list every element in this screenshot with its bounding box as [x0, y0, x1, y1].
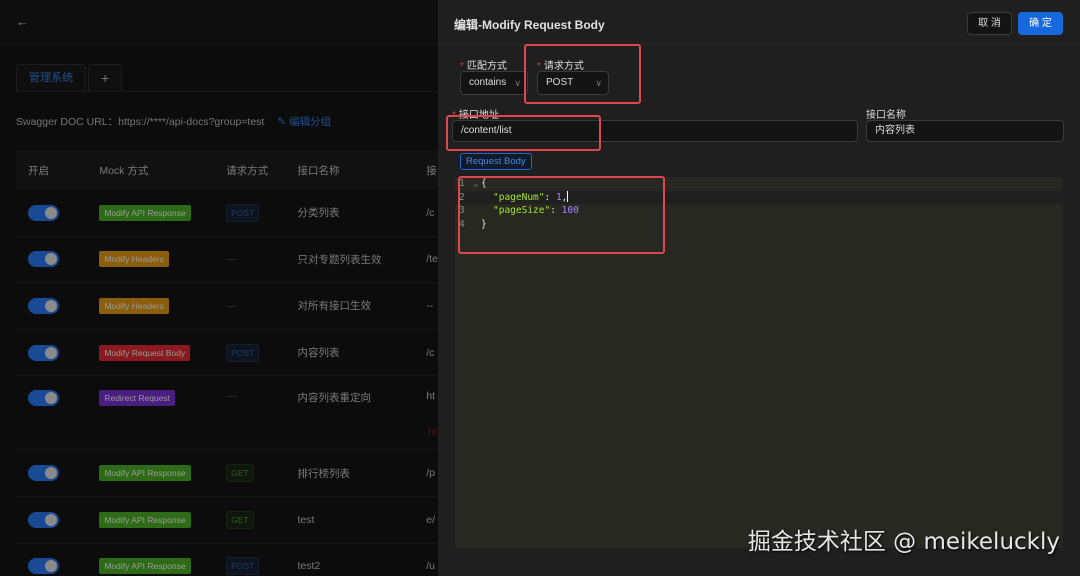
highlight-box [524, 44, 641, 104]
rule-name: 内容列表重定向 [297, 390, 426, 405]
enable-toggle[interactable] [28, 251, 59, 267]
rule-name: test2 [297, 560, 426, 572]
chevron-down-icon: ∨ [514, 72, 521, 94]
rule-name: test [297, 514, 426, 526]
rule-path: e/ [426, 514, 438, 526]
table-row: Modify API Response POST 分类列表 /c [16, 190, 438, 237]
method-badge: GET [226, 464, 253, 482]
mock-type-tag: Modify Headers [99, 298, 169, 314]
method-badge: POST [226, 344, 259, 362]
rule-path: /p [426, 467, 438, 479]
rule-path: /c [426, 207, 438, 219]
header-enabled: 开启 [16, 163, 99, 178]
tab-bar: 管理系统 + [16, 64, 122, 92]
watermark: 掘金技术社区 @ meikeluckly [748, 522, 1060, 556]
table-row: Modify Request Body POST 内容列表 /c [16, 330, 438, 377]
swagger-label: Swagger DOC URL： [16, 116, 118, 128]
rule-name: 分类列表 [297, 205, 426, 220]
rule-name: 排行榜列表 [297, 466, 426, 481]
enable-toggle[interactable] [28, 205, 59, 221]
match-select[interactable]: contains ∨ [460, 71, 528, 95]
enable-toggle[interactable] [28, 390, 59, 406]
table-row: Modify Headers — 只对专题列表生效 /te [16, 237, 438, 284]
mock-type-tag: Redirect Request [99, 390, 175, 406]
match-label: *匹配方式 [460, 57, 507, 72]
top-bar: ← [0, 0, 438, 45]
method-empty: — [226, 300, 237, 312]
rule-path: /te [426, 253, 438, 265]
method-badge: GET [226, 511, 253, 529]
mock-type-tag: Modify API Response [99, 558, 190, 574]
table-row: Redirect Request — 内容列表重定向 ht ht [16, 376, 438, 450]
tab-management-system[interactable]: 管理系统 [16, 64, 86, 92]
mock-type-tag: Modify API Response [99, 465, 190, 481]
enable-toggle[interactable] [28, 298, 59, 314]
rule-path: -- [426, 300, 438, 312]
add-tab-button[interactable]: + [88, 64, 122, 92]
highlight-box [458, 176, 665, 254]
divider [16, 91, 438, 92]
header-name: 接口名称 [297, 163, 426, 178]
rule-name: 只对专题列表生效 [297, 252, 426, 267]
enable-toggle[interactable] [28, 345, 59, 361]
header-method: 请求方式 [226, 163, 297, 178]
method-empty: — [226, 253, 237, 265]
pencil-icon: ✎ [277, 116, 289, 128]
background-page: ← 管理系统 + Swagger DOC URL：https://****/ap… [0, 0, 438, 576]
swagger-url-value: https://****/api-docs?group=test [118, 116, 264, 128]
method-badge: POST [226, 557, 259, 575]
enable-toggle[interactable] [28, 465, 59, 481]
confirm-button[interactable]: 确 定 [1018, 12, 1063, 35]
arrow-left-icon[interactable]: ← [16, 14, 29, 29]
mock-type-tag: Modify API Response [99, 512, 190, 528]
header-mock: Mock 方式 [99, 163, 226, 178]
rule-name: 内容列表 [297, 345, 426, 360]
name-input[interactable]: 内容列表 [866, 120, 1064, 142]
table-row: Modify Headers — 对所有接口生效 -- [16, 283, 438, 330]
drawer-header: 编辑-Modify Request Body 取 消 确 定 [438, 0, 1080, 45]
table-row: Modify API Response GET test e/ [16, 497, 438, 544]
enable-toggle[interactable] [28, 512, 59, 528]
cancel-button[interactable]: 取 消 [967, 12, 1012, 35]
edit-group-link[interactable]: ✎ 编辑分组 [277, 116, 331, 128]
table-header: 开启 Mock 方式 请求方式 接口名称 接 [16, 150, 438, 190]
swagger-url: Swagger DOC URL：https://****/api-docs?gr… [16, 114, 331, 129]
match-value: contains [469, 77, 506, 88]
drawer-title: 编辑-Modify Request Body [454, 16, 605, 33]
table-row: Modify API Response POST test2 /u [16, 544, 438, 576]
name-label: 接口名称 [866, 106, 906, 121]
mock-type-tag: Modify API Response [99, 205, 190, 221]
rules-table: 开启 Mock 方式 请求方式 接口名称 接 Modify API Respon… [16, 150, 438, 576]
edit-drawer: 编辑-Modify Request Body 取 消 确 定 *匹配方式 con… [438, 0, 1080, 576]
redirect-target: ht [428, 426, 437, 438]
method-empty: — [226, 390, 237, 402]
rule-path: ht [426, 390, 438, 402]
request-body-tag: Request Body [460, 153, 532, 170]
edit-group-label: 编辑分组 [289, 116, 331, 128]
table-row: Modify API Response GET 排行榜列表 /p [16, 450, 438, 497]
mock-type-tag: Modify Request Body [99, 345, 190, 361]
rule-name: 对所有接口生效 [297, 298, 426, 313]
rule-path: /u [426, 560, 438, 572]
highlight-box [446, 115, 601, 151]
header-path: 接 [426, 163, 438, 178]
mock-type-tag: Modify Headers [99, 251, 169, 267]
method-badge: POST [226, 204, 259, 222]
rule-path: /c [426, 347, 438, 359]
enable-toggle[interactable] [28, 558, 59, 574]
